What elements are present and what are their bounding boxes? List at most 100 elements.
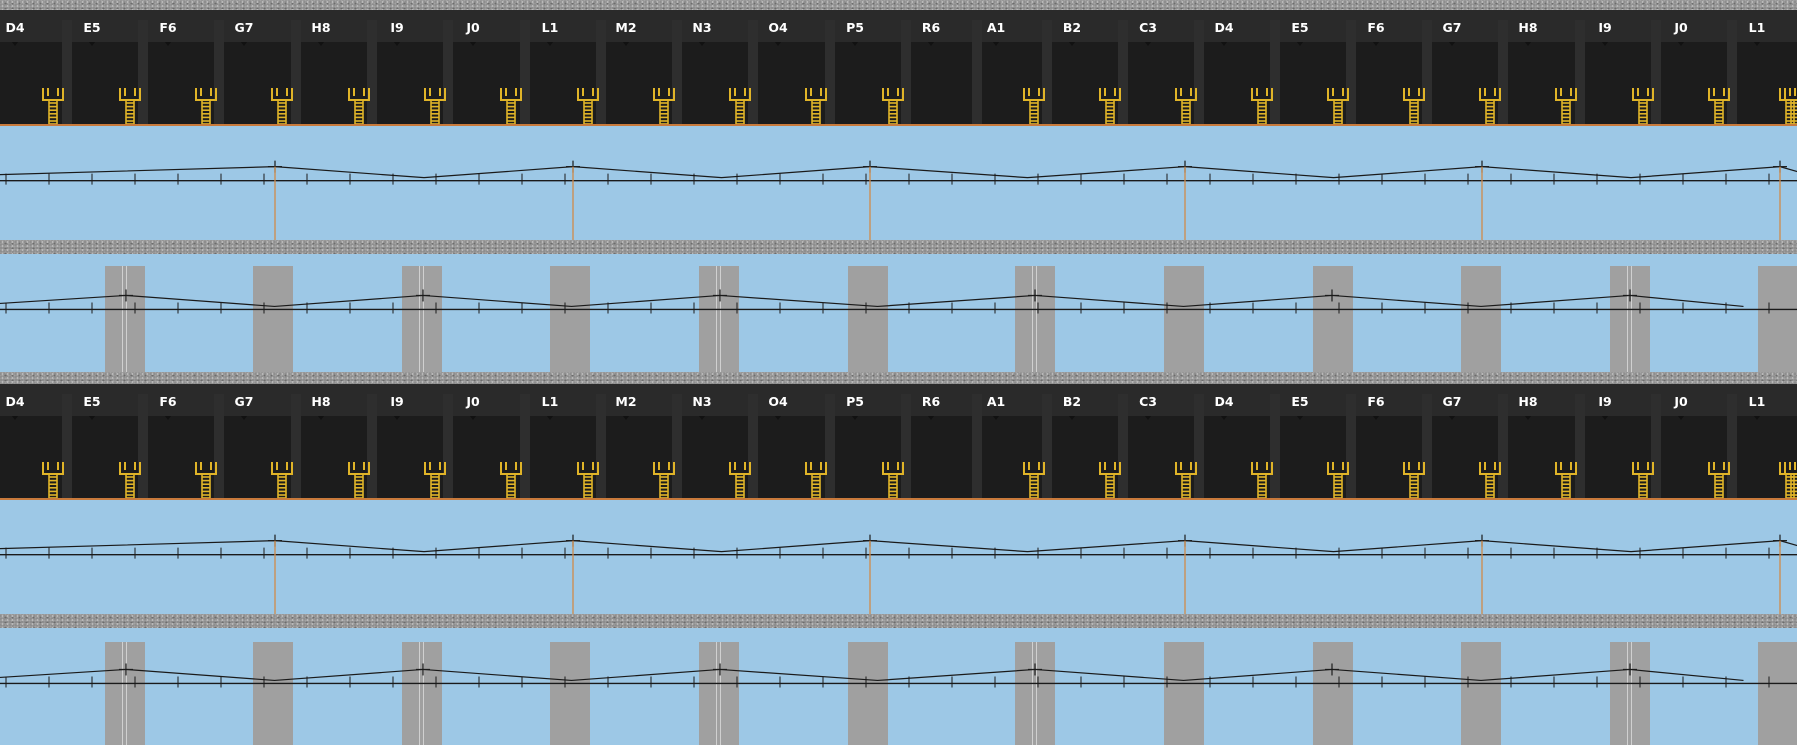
stairs-icon <box>1403 88 1425 125</box>
stairs-icon <box>882 462 904 499</box>
bay-label[interactable]: D4 <box>5 394 24 409</box>
stairs-icon <box>1632 88 1654 125</box>
gravel-strip <box>0 240 1797 254</box>
stairs-icon <box>1327 88 1349 125</box>
bay-label[interactable]: O4 <box>768 394 787 409</box>
catenary-wires-d <box>0 663 1797 688</box>
bay-label[interactable]: R6 <box>922 20 940 35</box>
bay-label[interactable]: F6 <box>159 20 176 35</box>
triangle-pin-icon <box>394 42 400 46</box>
bay-label[interactable]: G7 <box>1443 20 1462 35</box>
bay-label[interactable]: N3 <box>692 394 711 409</box>
bay-label[interactable]: O4 <box>768 20 787 35</box>
bay-label[interactable]: R6 <box>922 394 940 409</box>
bay-label[interactable]: J0 <box>466 394 479 409</box>
bay-label[interactable]: I9 <box>1598 394 1611 409</box>
stairs-icon <box>1251 88 1273 125</box>
stairs-icon <box>1175 88 1197 125</box>
triangle-pin-icon <box>165 416 171 420</box>
triangle-pin-icon <box>775 42 781 46</box>
triangle-pin-icon <box>1449 416 1455 420</box>
bay-label[interactable]: D4 <box>5 20 24 35</box>
triangle-pin-icon <box>470 416 476 420</box>
triangle-pin-icon <box>241 416 247 420</box>
triangle-pin-icon <box>1145 42 1151 46</box>
bay-label[interactable]: A1 <box>987 394 1005 409</box>
bay-label[interactable]: I9 <box>1598 20 1611 35</box>
triangle-pin-icon <box>1373 416 1379 420</box>
bay-label[interactable]: B2 <box>1063 20 1081 35</box>
bay-label[interactable]: H8 <box>1518 20 1537 35</box>
triangle-pin-icon <box>1145 416 1151 420</box>
triangle-pin-icon <box>318 416 324 420</box>
stairs-icon <box>1175 462 1197 499</box>
bay-label[interactable]: H8 <box>1518 394 1537 409</box>
bay-label[interactable]: D4 <box>1214 394 1233 409</box>
triangle-pin-icon <box>1602 416 1608 420</box>
bay-label[interactable]: J0 <box>1674 394 1687 409</box>
stairs-icon <box>271 88 293 125</box>
bay-label[interactable]: P5 <box>846 20 864 35</box>
platform-edge <box>0 124 1797 126</box>
stairs-icon <box>195 88 217 125</box>
stairs-icon <box>348 462 370 499</box>
bay-label[interactable]: E5 <box>1291 394 1308 409</box>
stairs-icon <box>348 88 370 125</box>
bay-label[interactable]: H8 <box>311 20 330 35</box>
stairs-icon <box>653 462 675 499</box>
bay-label[interactable]: C3 <box>1139 20 1157 35</box>
bay-label[interactable]: B2 <box>1063 394 1081 409</box>
triangle-pin-icon <box>1754 416 1760 420</box>
triangle-pin-icon <box>699 42 705 46</box>
bay-label[interactable]: I9 <box>390 394 403 409</box>
bay-label[interactable]: F6 <box>1367 394 1384 409</box>
triangle-pin-icon <box>993 42 999 46</box>
bay-label[interactable]: D4 <box>1214 20 1233 35</box>
triangle-pin-icon <box>775 416 781 420</box>
stairs-icon <box>653 88 675 125</box>
bay-label[interactable]: F6 <box>1367 20 1384 35</box>
stairs-icon <box>1479 88 1501 125</box>
stairs-icon <box>1099 462 1121 499</box>
bay-label[interactable]: G7 <box>1443 394 1462 409</box>
bay-label[interactable]: M2 <box>615 20 636 35</box>
triangle-pin-icon <box>89 416 95 420</box>
triangle-pin-icon <box>547 42 553 46</box>
stairs-icon <box>1327 462 1349 499</box>
stairs-icon <box>42 462 64 499</box>
bay-label[interactable]: A1 <box>987 20 1005 35</box>
triangle-pin-icon <box>1373 42 1379 46</box>
triangle-pin-icon <box>1221 42 1227 46</box>
bay-label[interactable]: L1 <box>542 20 559 35</box>
bay-label[interactable]: E5 <box>1291 20 1308 35</box>
bay-label[interactable]: I9 <box>390 20 403 35</box>
bay-label[interactable]: C3 <box>1139 394 1157 409</box>
bay-label[interactable]: M2 <box>615 394 636 409</box>
stairs-icon <box>500 88 522 125</box>
stairs-icon <box>1632 462 1654 499</box>
triangle-pin-icon <box>470 42 476 46</box>
triangle-pin-icon <box>1678 416 1684 420</box>
triangle-pin-icon <box>89 42 95 46</box>
stairs-icon <box>195 462 217 499</box>
bay-label[interactable]: F6 <box>159 394 176 409</box>
stairs-icon <box>1023 88 1045 125</box>
bay-label[interactable]: J0 <box>466 20 479 35</box>
bay-label[interactable]: P5 <box>846 394 864 409</box>
bay-label[interactable]: H8 <box>311 394 330 409</box>
bay-label[interactable]: L1 <box>1749 20 1766 35</box>
bay-label[interactable]: E5 <box>83 20 100 35</box>
bay-label[interactable]: J0 <box>1674 20 1687 35</box>
stairs-icon <box>119 88 141 125</box>
stairs-icon <box>119 462 141 499</box>
bay-label[interactable]: G7 <box>235 394 254 409</box>
triangle-pin-icon <box>1221 416 1227 420</box>
stairs-icon <box>1779 88 1797 125</box>
bay-label[interactable]: N3 <box>692 20 711 35</box>
bay-label[interactable]: E5 <box>83 394 100 409</box>
stairs-icon <box>1251 462 1273 499</box>
game-scene: D4 E5 F6 G7 H8 I9 J0 L1 M2 N3 O4 P5 R6 A1 B2 C3 D4 E5 F6 G7… <box>0 0 1797 745</box>
bay-label[interactable]: L1 <box>542 394 559 409</box>
bay-label[interactable]: G7 <box>235 20 254 35</box>
bay-label[interactable]: L1 <box>1749 394 1766 409</box>
